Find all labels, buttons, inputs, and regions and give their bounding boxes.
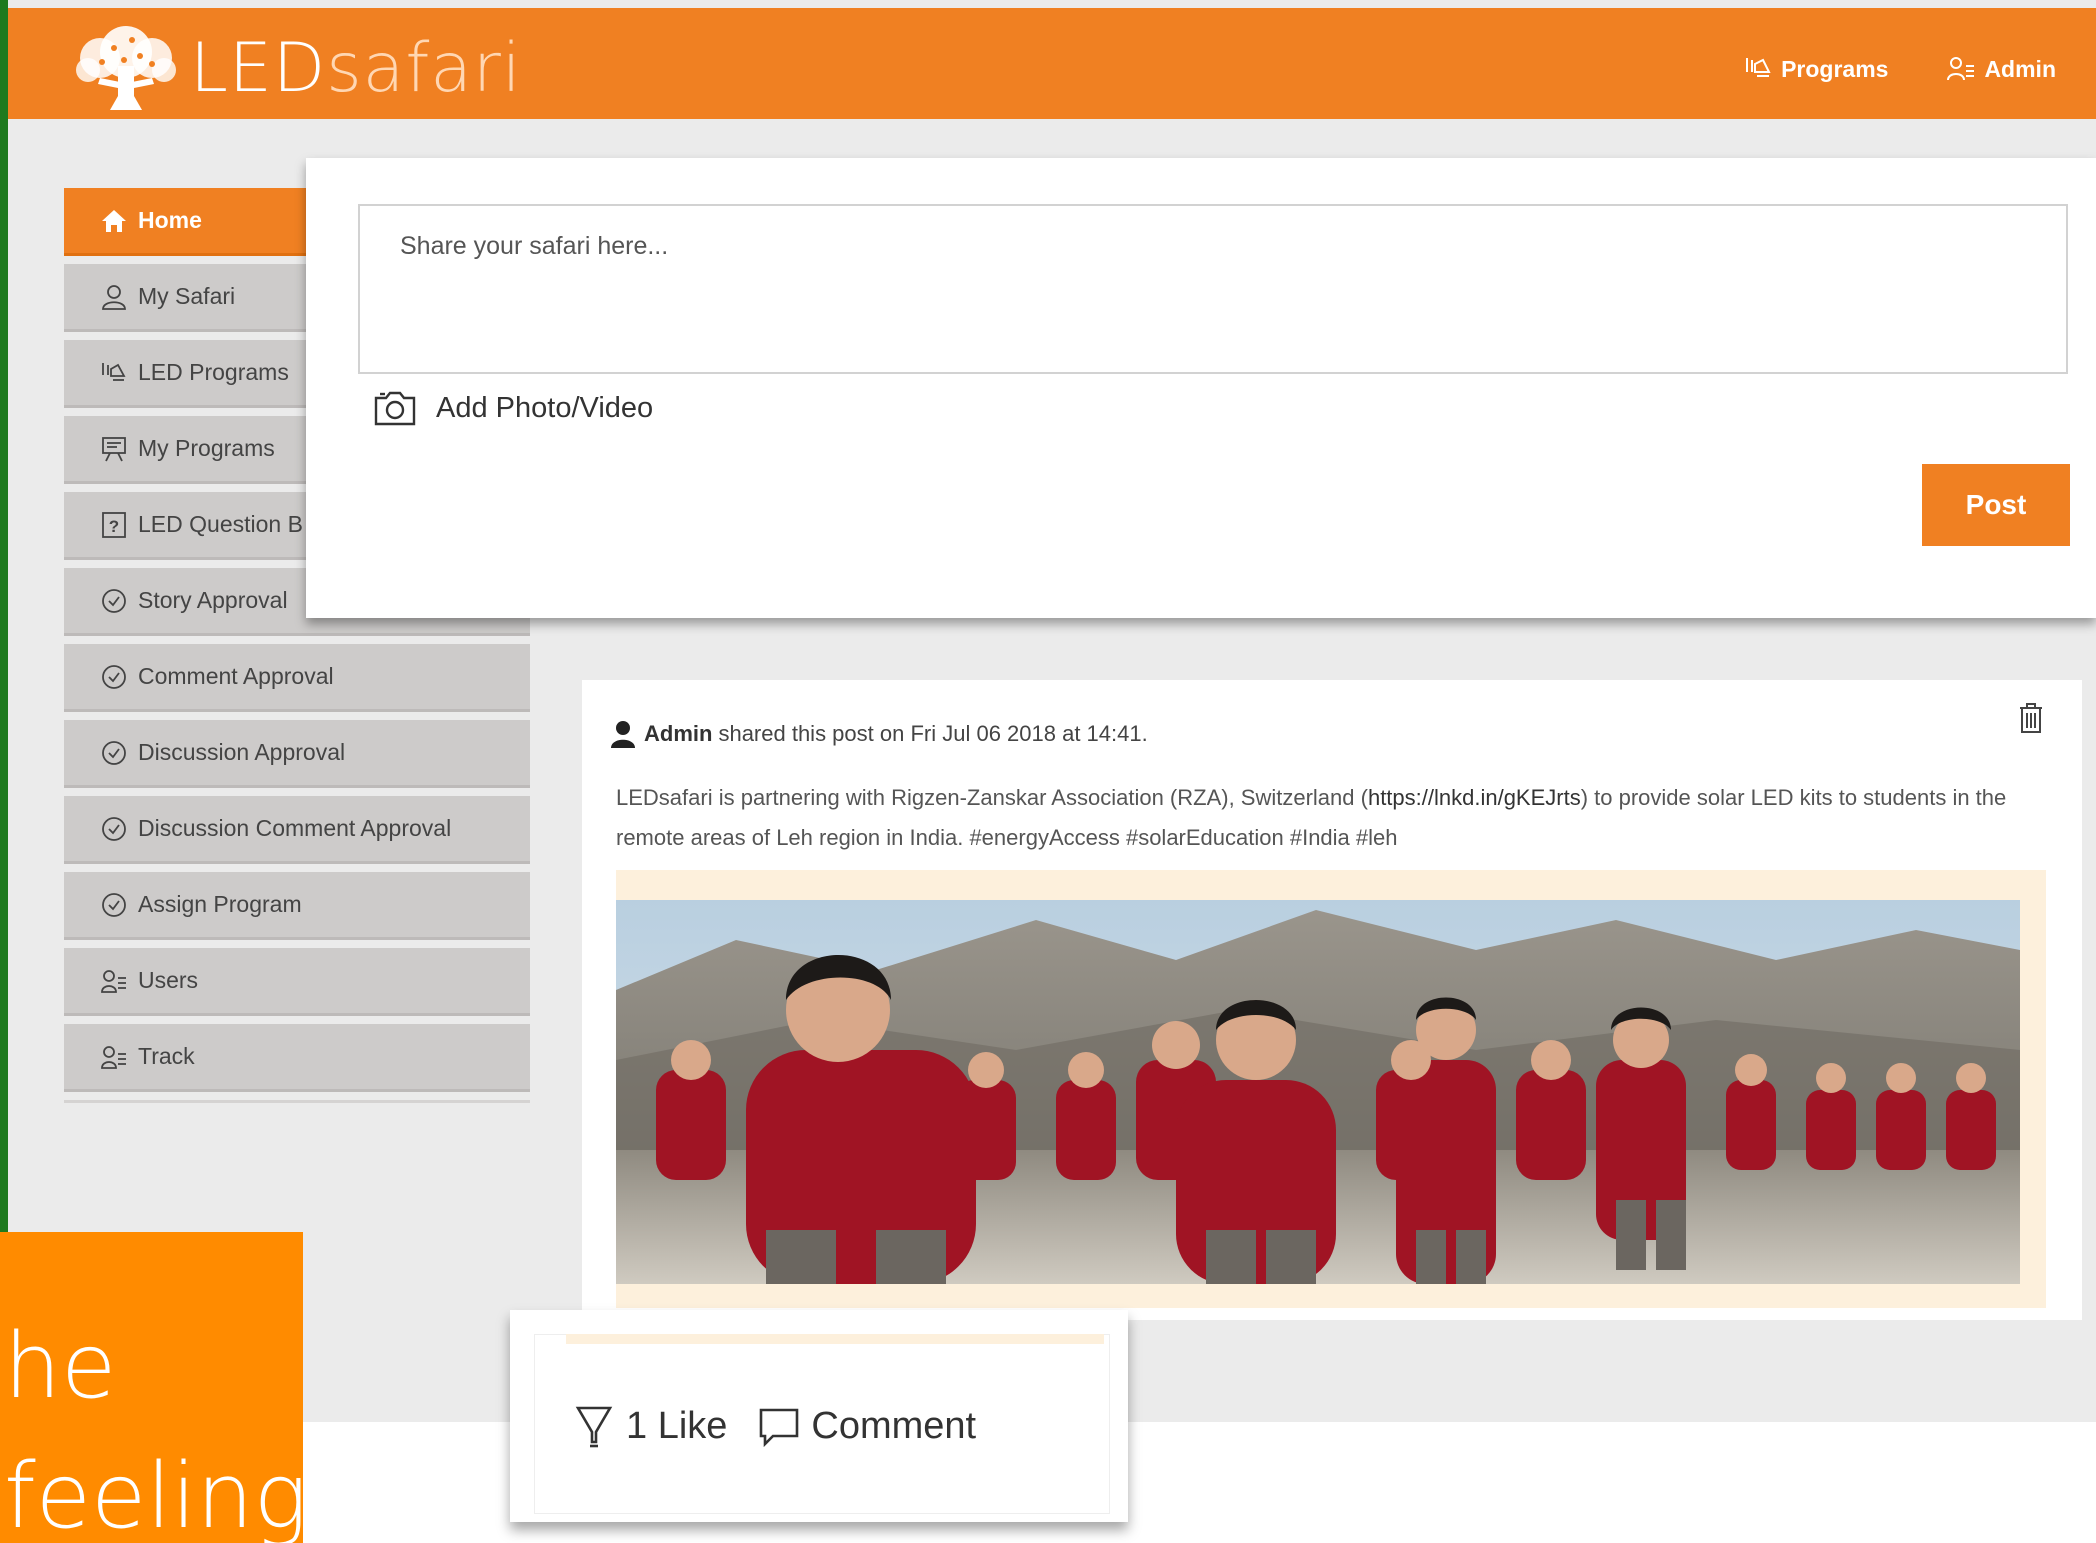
- sidebar-item-label: Discussion Approval: [138, 739, 346, 765]
- sidebar-divider: [64, 1100, 530, 1103]
- admin-users-icon: [1947, 57, 1975, 81]
- check-circle-icon: [102, 740, 126, 765]
- check-circle-icon: [102, 816, 126, 841]
- post-link[interactable]: https://lnkd.in/gKEJrts: [1368, 785, 1581, 810]
- post-actions: 1 Like Comment: [572, 1402, 976, 1450]
- post-text-start: LEDsafari is partnering with Rigzen-Zans…: [616, 785, 1368, 810]
- check-circle-icon: [102, 892, 126, 917]
- user-icon: [102, 284, 126, 310]
- sidebar-item-label: Assign Program: [138, 891, 302, 917]
- comment-icon: [760, 1408, 799, 1448]
- trash-icon[interactable]: [2018, 702, 2044, 734]
- comment-label: Comment: [811, 1404, 977, 1447]
- home-icon: [102, 209, 126, 232]
- check-circle-icon: [102, 664, 126, 689]
- lightbulb-icon: [575, 1406, 613, 1448]
- add-photo-video-button[interactable]: Add Photo/Video: [372, 388, 653, 428]
- sidebar-item-label: My Programs: [138, 435, 275, 461]
- sidebar-item-discussion-approval[interactable]: Discussion Approval: [64, 720, 530, 788]
- sidebar-item-label: Discussion Comment Approval: [138, 815, 452, 841]
- nav-admin-label: Admin: [1984, 55, 2056, 82]
- sidebar-item-label: LED Programs: [138, 359, 289, 385]
- users-icon: [101, 969, 126, 993]
- add-photo-video-label: Add Photo/Video: [436, 391, 654, 424]
- nav-admin[interactable]: Admin: [1946, 54, 2056, 84]
- post-composer: Add Photo/Video Post: [306, 158, 2096, 618]
- svg-text:?: ?: [109, 517, 119, 536]
- programs-icon: [1746, 58, 1771, 77]
- sidebar-item-track[interactable]: Track: [64, 1024, 530, 1092]
- nav-programs[interactable]: Programs: [1743, 54, 1888, 84]
- sidebar-item-label: My Safari: [138, 283, 236, 309]
- like-button[interactable]: 1 Like: [572, 1402, 727, 1450]
- check-circle-icon: [102, 588, 126, 613]
- post-photo[interactable]: [616, 900, 2020, 1284]
- top-nav: Programs Admin: [1743, 54, 2056, 84]
- sidebar-item-comment-approval[interactable]: Comment Approval: [64, 644, 530, 712]
- logo-text-main: LED: [190, 28, 327, 108]
- logo-text-sub: safari: [326, 28, 522, 108]
- overlay-line-2: feeling: [4, 1444, 303, 1543]
- share-safari-input[interactable]: [358, 204, 2068, 374]
- question-icon: ?: [102, 511, 126, 538]
- overlay-line-1: he: [4, 1314, 117, 1419]
- feed-post: Admin shared this post on Fri Jul 06 201…: [582, 680, 2082, 1320]
- sidebar-item-label: Home: [138, 207, 202, 233]
- post-actions-callout: 1 Like Comment: [510, 1310, 1128, 1522]
- ledsafari-logo[interactable]: LEDsafari: [70, 22, 522, 114]
- programs-icon: [102, 362, 126, 381]
- post-photo-frame: [616, 870, 2046, 1308]
- sidebar-item-label: Users: [138, 967, 199, 993]
- presentation-icon: [102, 436, 126, 461]
- post-actions-strip: [566, 1334, 1104, 1344]
- tree-logo-icon: [76, 26, 176, 110]
- post-meta: Admin shared this post on Fri Jul 06 201…: [610, 720, 1148, 748]
- nav-programs-label: Programs: [1781, 55, 1889, 82]
- post-button[interactable]: Post: [1922, 464, 2070, 546]
- user-icon: [611, 721, 635, 748]
- top-navbar: LEDsafari Programs Admin: [8, 8, 2096, 119]
- sidebar-item-label: LED Question B: [138, 511, 303, 537]
- sidebar-item-label: Track: [138, 1043, 195, 1069]
- comment-button[interactable]: Comment: [757, 1402, 976, 1450]
- sidebar-item-discussion-comment-approval[interactable]: Discussion Comment Approval: [64, 796, 530, 864]
- like-count-label: 1 Like: [626, 1404, 728, 1447]
- logo-text: LEDsafari: [190, 29, 522, 108]
- post-author[interactable]: Admin: [644, 721, 712, 747]
- sidebar-item-label: Story Approval: [138, 587, 288, 613]
- overlay-text-box: he feeling: [0, 1232, 303, 1543]
- post-timestamp: shared this post on Fri Jul 06 2018 at 1…: [718, 721, 1148, 746]
- sidebar-item-assign-program[interactable]: Assign Program: [64, 872, 530, 940]
- sidebar-item-users[interactable]: Users: [64, 948, 530, 1016]
- users-icon: [101, 1045, 126, 1069]
- post-body: LEDsafari is partnering with Rigzen-Zans…: [616, 778, 2036, 858]
- sidebar-item-label: Comment Approval: [138, 663, 334, 689]
- camera-icon: [374, 391, 416, 426]
